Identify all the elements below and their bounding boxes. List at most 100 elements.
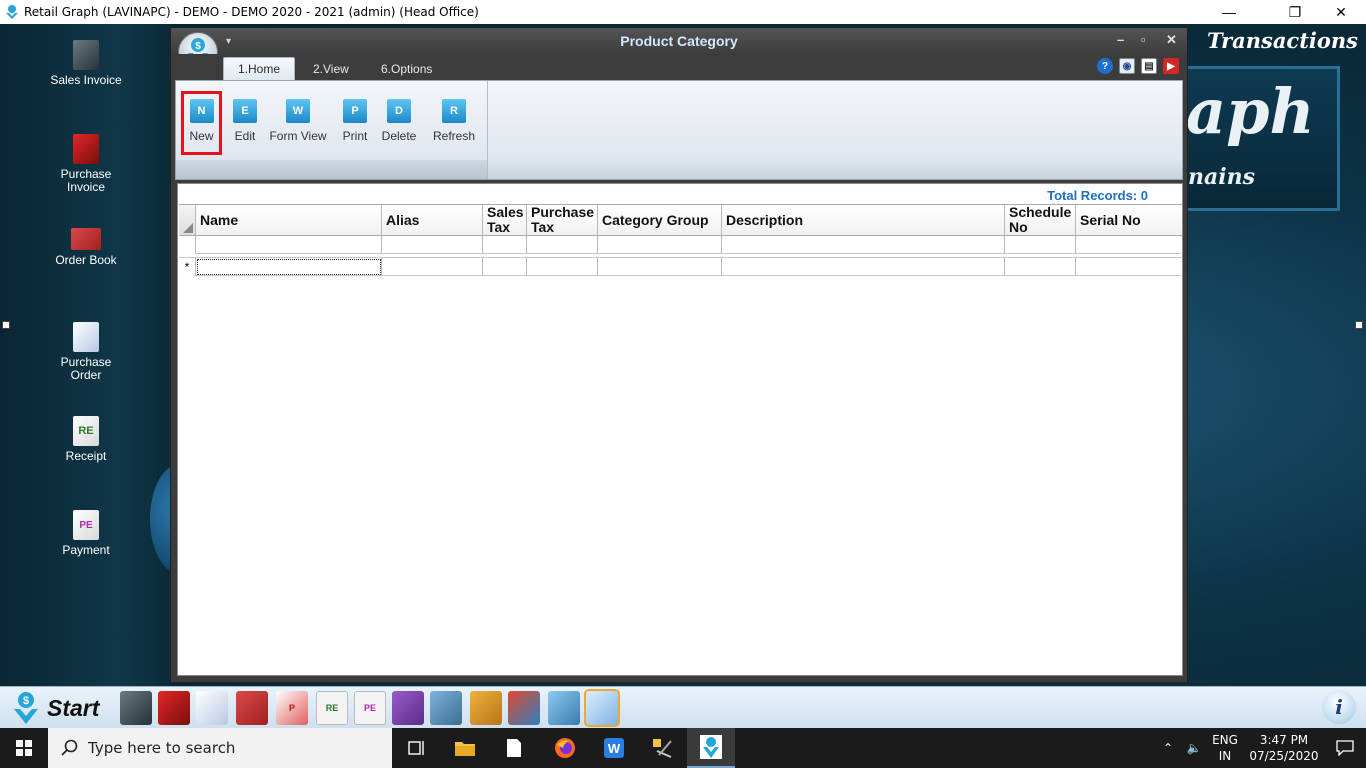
file-explorer-icon[interactable] [441, 728, 489, 768]
clock[interactable]: 3:47 PM 07/25/2020 [1244, 728, 1324, 768]
product-category-grid[interactable]: Name Alias Sales Tax Purchase Tax Catego… [179, 204, 1182, 276]
delete-button-label: Delete [381, 129, 417, 143]
purchase-invoice-launch-icon[interactable] [158, 691, 190, 725]
shortcut-label: Purchase Invoice [60, 167, 112, 194]
new-button[interactable]: N New [181, 91, 222, 155]
window-maximize-button[interactable]: ▫ [1141, 32, 1146, 47]
tab-options[interactable]: 6.Options [367, 57, 446, 80]
shortcut-label: Purchase Order [60, 355, 112, 382]
filter-cell-purchase-tax[interactable] [527, 236, 598, 254]
resize-handle-left[interactable] [2, 321, 10, 329]
close-button[interactable]: ✕ [1318, 0, 1364, 24]
tab-home[interactable]: 1.Home [223, 57, 296, 80]
start-button[interactable]: Start [47, 695, 99, 722]
desktop-shortcut-sales-invoice[interactable]: Sales Invoice [0, 40, 172, 87]
desktop-shortcut-receipt[interactable]: RE Receipt [0, 416, 172, 463]
restore-button[interactable]: ❐ [1272, 0, 1318, 24]
purchase-order-launch-icon[interactable] [196, 691, 228, 725]
new-record-row[interactable]: * [179, 258, 1182, 276]
edit-icon: E [233, 99, 257, 123]
resize-handle-right[interactable] [1355, 321, 1363, 329]
payment-launch-icon[interactable]: PE [354, 691, 386, 725]
column-header-serial-no[interactable]: Serial No [1076, 205, 1181, 235]
product-category-launch-icon[interactable] [584, 689, 620, 727]
new-cell-alias[interactable] [382, 258, 483, 276]
start-logo-icon[interactable]: $ [10, 691, 42, 725]
input-language[interactable]: ENG IN [1208, 728, 1242, 768]
column-header-schedule-no[interactable]: Schedule No [1005, 205, 1076, 235]
refresh-icon: R [442, 99, 466, 123]
retail-graph-logo-icon [6, 5, 18, 19]
new-cell-description[interactable] [722, 258, 1005, 276]
task-view-icon[interactable] [393, 728, 441, 768]
desktop-shortcut-payment[interactable]: PE Payment [0, 510, 172, 557]
windows-start-button[interactable] [0, 728, 48, 768]
minimize-button[interactable]: — [1206, 0, 1252, 24]
new-cell-serial-no[interactable] [1076, 258, 1181, 276]
sales-invoice-launch-icon[interactable] [120, 691, 152, 725]
product-category-title: Product Category [620, 33, 738, 49]
volume-muted-icon[interactable]: 🔈 [1182, 728, 1206, 768]
column-header-category-group[interactable]: Category Group [598, 205, 722, 235]
refresh-button[interactable]: R Refresh [428, 91, 480, 155]
new-cell-purchase-tax[interactable] [527, 258, 598, 276]
desktop-shortcut-purchase-order[interactable]: Purchase Order [0, 322, 172, 382]
desktop-shortcut-purchase-invoice[interactable]: Purchase Invoice [0, 134, 172, 194]
receipt-icon: RE [73, 416, 99, 446]
form-view-button[interactable]: W Form View [267, 91, 329, 155]
purchase-return-launch-icon[interactable]: P [276, 691, 308, 725]
search-record-icon[interactable]: ◉ [1119, 58, 1135, 74]
delete-button[interactable]: D Delete [378, 91, 420, 155]
window-minimize-button[interactable]: – [1117, 32, 1124, 47]
filter-cell-alias[interactable] [382, 236, 483, 254]
sales-invoice-icon [73, 40, 99, 70]
window-close-button[interactable]: ✕ [1166, 32, 1177, 48]
column-header-sales-tax[interactable]: Sales Tax [483, 205, 527, 235]
filter-cell-description[interactable] [722, 236, 1005, 254]
column-header-name[interactable]: Name [196, 205, 382, 235]
tab-view[interactable]: 2.View [299, 57, 363, 80]
wps-writer-icon[interactable]: W [590, 728, 638, 768]
product-launch-icon[interactable] [392, 691, 424, 725]
filter-cell-name[interactable] [196, 236, 382, 254]
retail-graph-taskbar-icon[interactable] [687, 728, 735, 768]
info-icon[interactable]: i [1322, 690, 1356, 724]
svg-text:W: W [608, 741, 621, 756]
receipt-launch-icon[interactable]: RE [316, 691, 348, 725]
shapes-launch-icon[interactable] [508, 691, 540, 725]
shortcut-panel: Sales Invoice Purchase Invoice Order Boo… [0, 24, 172, 686]
new-cell-name[interactable] [196, 258, 382, 276]
document-app-icon[interactable] [490, 728, 538, 768]
column-header-description[interactable]: Description [722, 205, 1005, 235]
delete-icon: D [387, 99, 411, 123]
new-cell-category-group[interactable] [598, 258, 722, 276]
exit-icon[interactable]: ▶ [1163, 58, 1179, 74]
edit-button[interactable]: E Edit [225, 91, 265, 155]
column-header-alias[interactable]: Alias [382, 205, 483, 235]
tools-icon[interactable] [638, 728, 686, 768]
filter-cell-schedule-no[interactable] [1005, 236, 1076, 254]
column-header-purchase-tax[interactable]: Purchase Tax [527, 205, 598, 235]
shortcut-label: Receipt [65, 449, 107, 463]
svg-text:$: $ [195, 41, 201, 52]
quick-access-dropdown-icon[interactable]: ▾ [226, 36, 231, 47]
notifications-icon[interactable] [1328, 728, 1362, 768]
filter-cell-category-group[interactable] [598, 236, 722, 254]
order-book-launch-icon[interactable] [236, 691, 268, 725]
filter-cell-sales-tax[interactable] [483, 236, 527, 254]
stock-transfer-launch-icon[interactable] [430, 691, 462, 725]
print-button-label: Print [342, 129, 368, 143]
show-hidden-icons-icon[interactable]: ⌃ [1156, 728, 1180, 768]
firefox-icon[interactable] [541, 728, 589, 768]
help-icon[interactable]: ? [1097, 58, 1113, 74]
printer-launch-icon[interactable] [548, 691, 580, 725]
desktop-shortcut-order-book[interactable]: Order Book [0, 228, 172, 267]
new-cell-sales-tax[interactable] [483, 258, 527, 276]
taskbar-search-box[interactable]: Type here to search [48, 728, 392, 768]
print-button[interactable]: P Print [336, 91, 374, 155]
document-icon[interactable]: ▤ [1141, 58, 1157, 74]
select-all-corner[interactable] [179, 205, 196, 235]
expense-launch-icon[interactable] [470, 691, 502, 725]
filter-cell-serial-no[interactable] [1076, 236, 1181, 254]
new-cell-schedule-no[interactable] [1005, 258, 1076, 276]
